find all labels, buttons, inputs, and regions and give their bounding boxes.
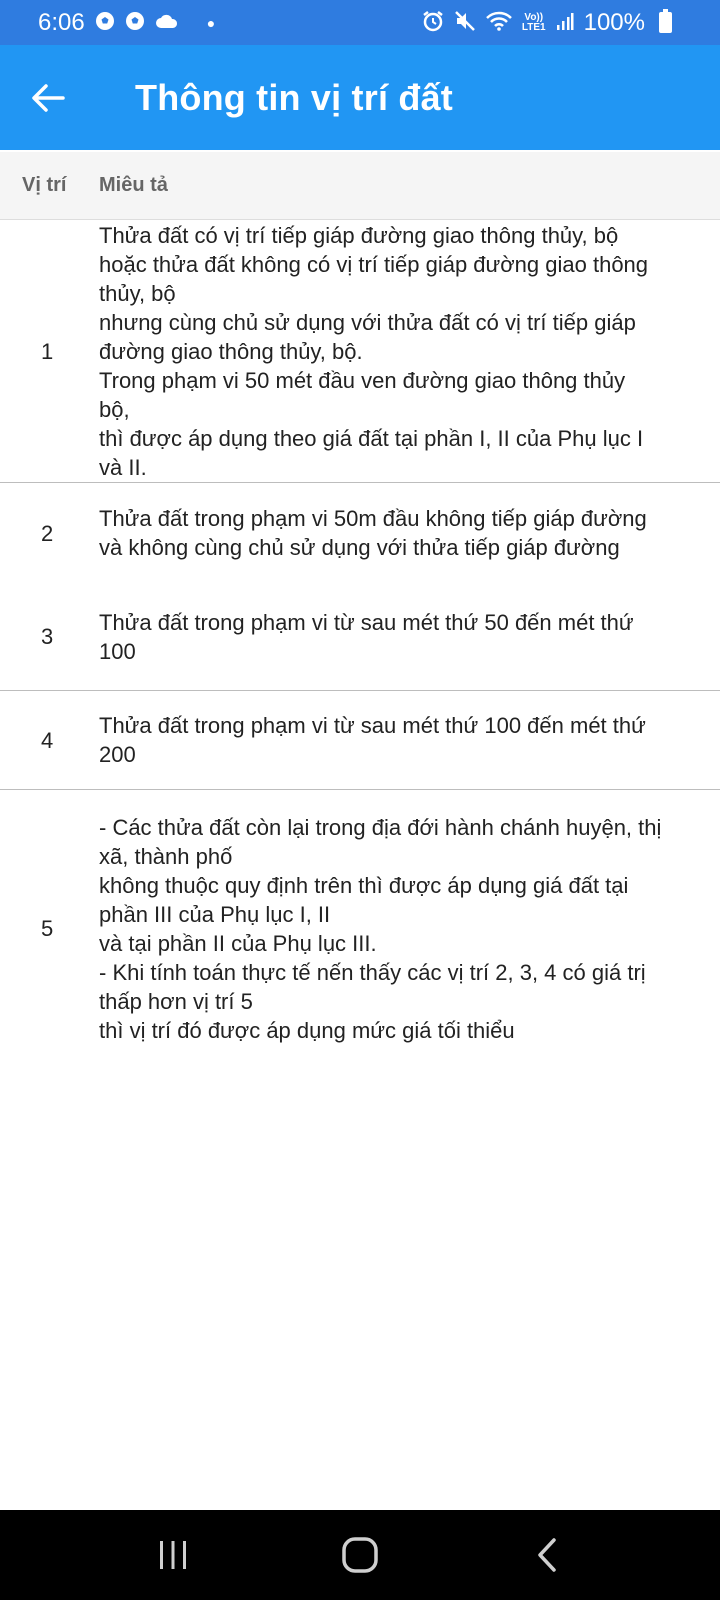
- description-line: 200: [99, 742, 136, 767]
- system-back-button[interactable]: [507, 1525, 587, 1585]
- description-line: Thửa đất trong phạm vi từ sau mét thứ 10…: [99, 713, 646, 738]
- row-position: 2: [41, 520, 54, 546]
- description-line: thấp hơn vị trí 5: [99, 988, 253, 1014]
- navigation-bar: [0, 1510, 720, 1600]
- description-line: xã, thành phố: [99, 843, 233, 869]
- home-button[interactable]: [320, 1525, 400, 1585]
- row-description: Thửa đất trong phạm vi từ sau mét thứ 10…: [99, 711, 709, 769]
- home-icon: [342, 1537, 378, 1573]
- battery-level: 100%: [583, 8, 645, 36]
- description-line: thì vị trí đó được áp dụng mức giá tối t…: [99, 1017, 515, 1043]
- description-line: Thửa đất có vị trí tiếp giáp đường giao …: [99, 222, 619, 248]
- alarm-icon: [422, 10, 444, 36]
- description-line: thì được áp dụng theo giá đất tại phần I…: [99, 425, 644, 451]
- volte-icon: Vo)) LTE1: [521, 11, 546, 33]
- column-header-description: Miêu tả: [99, 174, 168, 196]
- table-row[interactable]: 4 Thửa đất trong phạm vi từ sau mét thứ …: [0, 691, 720, 790]
- description-line: 100: [99, 638, 136, 664]
- description-line: Thửa đất trong phạm vi từ sau mét thứ 50…: [99, 609, 634, 635]
- description-line: - Khi tính toán thực tế nến thấy các vị …: [99, 959, 646, 985]
- cloud-icon: [155, 13, 179, 33]
- description-line: Trong phạm vi 50 mét đầu ven đường giao …: [99, 367, 626, 393]
- table-row[interactable]: 2 Thửa đất trong phạm vi 50m đầu không t…: [0, 483, 720, 583]
- dot-icon: ●: [206, 14, 216, 31]
- status-bar-left: 6:06 ●: [38, 9, 215, 37]
- back-icon: [537, 1538, 556, 1572]
- recent-apps-icon: [160, 1541, 187, 1569]
- signal-icon: [556, 11, 574, 35]
- volte-top: Vo)): [524, 11, 544, 23]
- wifi-icon: [486, 11, 512, 35]
- description-line: đường giao thông thủy, bộ.: [99, 338, 363, 364]
- mute-icon: [454, 10, 476, 36]
- description-line: thủy, bộ: [99, 280, 176, 306]
- column-header-position: Vị trí: [22, 174, 67, 196]
- table-header: Vị trí Miêu tả: [0, 152, 720, 220]
- volte-bottom: LTE1: [521, 21, 546, 33]
- row-description: - Các thửa đất còn lại trong địa đới hàn…: [99, 813, 709, 1045]
- table-row[interactable]: 3 Thửa đất trong phạm vi từ sau mét thứ …: [0, 583, 720, 691]
- description-line: - Các thửa đất còn lại trong địa đới hàn…: [99, 814, 662, 840]
- page-title: Thông tin vị trí đất: [135, 76, 453, 118]
- app-bar: Thông tin vị trí đất: [0, 45, 720, 150]
- row-position: 5: [41, 916, 54, 941]
- description-line: và tại phần II của Phụ lục III.: [99, 930, 377, 956]
- table-body: 1 Thửa đất có vị trí tiếp giáp đường gia…: [0, 220, 720, 1067]
- row-position: 1: [41, 338, 54, 364]
- soccer-ball-icon: [95, 11, 115, 35]
- back-button[interactable]: [0, 45, 100, 150]
- battery-icon: [659, 9, 672, 33]
- status-time: 6:06: [38, 8, 85, 36]
- table-row[interactable]: 1 Thửa đất có vị trí tiếp giáp đường gia…: [0, 220, 720, 483]
- description-line: phần III của Phụ lục I, II: [99, 901, 331, 927]
- description-line: và không cùng chủ sử dụng với thửa tiếp …: [99, 535, 620, 560]
- recent-apps-button[interactable]: [133, 1525, 213, 1585]
- description-line: và II.: [99, 454, 147, 480]
- table-row[interactable]: 5 - Các thửa đất còn lại trong địa đới h…: [0, 790, 720, 1067]
- description-line: Thửa đất trong phạm vi 50m đầu không tiế…: [99, 506, 647, 531]
- description-line: nhưng cùng chủ sử dụng với thửa đất có v…: [99, 309, 636, 335]
- status-bar-right: Vo)) LTE1 100%: [422, 9, 672, 37]
- description-line: bộ,: [99, 396, 130, 422]
- row-description: Thửa đất trong phạm vi 50m đầu không tiế…: [99, 504, 709, 562]
- description-line: không thuộc quy định trên thì được áp dụ…: [99, 872, 629, 898]
- row-position: 4: [41, 727, 54, 753]
- soccer-ball-icon: [125, 11, 145, 35]
- status-bar: 6:06 ● Vo)) LTE1 100%: [0, 0, 720, 45]
- row-description: Thửa đất trong phạm vi từ sau mét thứ 50…: [99, 608, 709, 666]
- description-line: hoặc thửa đất không có vị trí tiếp giáp …: [99, 251, 649, 277]
- arrow-left-icon: [32, 83, 65, 112]
- row-position: 3: [41, 624, 54, 649]
- row-description: Thửa đất có vị trí tiếp giáp đường giao …: [99, 221, 709, 482]
